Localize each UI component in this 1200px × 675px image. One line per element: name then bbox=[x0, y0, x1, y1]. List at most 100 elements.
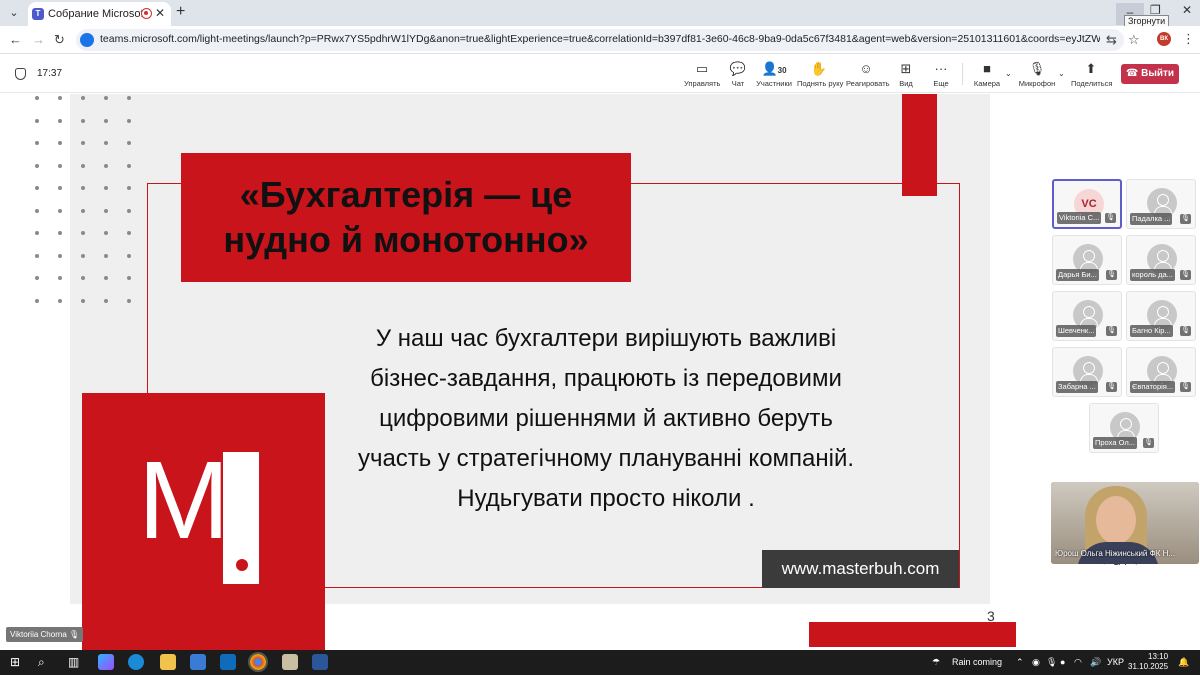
language-indicator[interactable]: УКР bbox=[1107, 657, 1124, 667]
mic-icon: 🎙 bbox=[1180, 326, 1191, 336]
decorative-dot bbox=[35, 253, 39, 258]
share-button[interactable]: ⬆ Поделиться bbox=[1071, 61, 1113, 91]
mic-icon: 🎙 bbox=[1180, 382, 1191, 392]
presenter-name: Viktoriia Chorna bbox=[10, 630, 67, 639]
app-tray-icon: ● bbox=[1060, 657, 1066, 667]
participant-tile[interactable]: Багно Кір... 🎙 bbox=[1126, 291, 1196, 341]
raise-hand-icon: ✋ bbox=[810, 61, 828, 76]
decorative-dot bbox=[127, 163, 131, 168]
notification-bell-icon[interactable]: 🔔 bbox=[1178, 657, 1189, 668]
view-button[interactable]: ⊞ Вид bbox=[896, 61, 916, 91]
react-label: Реагировать bbox=[846, 79, 890, 88]
video-participant-name: Юрош Ольга Ніжинський ФК Н... bbox=[1055, 549, 1176, 558]
browser-tab[interactable]: T Собрание Microsoft Teams ✕ bbox=[28, 2, 171, 26]
mic-icon: 🎙 bbox=[69, 630, 80, 639]
participant-name: Падалка ... bbox=[1130, 213, 1173, 225]
decorative-dot bbox=[81, 253, 85, 258]
edge-icon[interactable] bbox=[128, 654, 144, 670]
participant-tile[interactable]: король да... 🎙 bbox=[1126, 235, 1196, 285]
share-screen-icon: ▭ bbox=[695, 61, 709, 76]
new-tab-icon[interactable]: + bbox=[176, 3, 185, 21]
file-explorer-icon[interactable] bbox=[160, 654, 176, 670]
react-button[interactable]: ☺ Реагировать bbox=[846, 61, 890, 91]
outlook-icon[interactable] bbox=[220, 654, 236, 670]
share-label: Поделиться bbox=[1071, 79, 1113, 88]
mic-options-chevron-icon[interactable]: ⌄ bbox=[1058, 69, 1065, 78]
mic-icon: 🎙 bbox=[1106, 382, 1117, 392]
bookmark-star-icon[interactable]: ☆ bbox=[1128, 32, 1140, 48]
mic-tray-icon: 🎙 bbox=[1046, 657, 1058, 667]
task-view-icon[interactable]: ▥ bbox=[68, 655, 79, 669]
camera-options-chevron-icon[interactable]: ⌄ bbox=[1005, 69, 1012, 78]
site-info-icon[interactable] bbox=[80, 33, 94, 47]
slide-quote: «Бухгалтерія — це нудно й монотонно» bbox=[181, 172, 631, 262]
weather-icon[interactable]: ☂ bbox=[932, 657, 940, 668]
quote-line: «Бухгалтерія — це bbox=[239, 174, 573, 215]
system-clock[interactable]: 13:10 31.10.2025 bbox=[1128, 652, 1168, 672]
raise-hand-label: Поднять руку bbox=[797, 79, 844, 88]
app-icon[interactable] bbox=[282, 654, 298, 670]
meeting-timer: 17:37 bbox=[37, 68, 63, 79]
participant-name: Проха Ол... bbox=[1093, 437, 1137, 449]
slide-red-accent-top bbox=[902, 94, 937, 196]
window-close-button[interactable]: ✕ bbox=[1182, 3, 1192, 17]
word-icon[interactable] bbox=[312, 654, 328, 670]
video-person-face bbox=[1096, 496, 1136, 544]
participant-tile[interactable]: Забарна ... 🎙 bbox=[1052, 347, 1122, 397]
profile-avatar[interactable]: ВК bbox=[1157, 32, 1171, 46]
mic-button[interactable]: 🎙 Микрофон bbox=[1018, 61, 1056, 91]
decorative-dot bbox=[104, 118, 108, 123]
chat-button[interactable]: 💬 Чат bbox=[726, 61, 750, 91]
leave-button[interactable]: ☎ Выйти bbox=[1121, 64, 1179, 84]
wifi-icon[interactable]: ◠ bbox=[1074, 657, 1082, 668]
shield-icon bbox=[15, 68, 26, 80]
decorative-dot bbox=[81, 298, 85, 303]
decorative-dot bbox=[58, 298, 62, 303]
reload-icon[interactable]: ↻ bbox=[54, 32, 65, 48]
video-participant-tile[interactable]: Юрош Ольга Ніжинський ФК Н... bbox=[1051, 482, 1199, 564]
browser-menu-icon[interactable]: ⋮ bbox=[1182, 31, 1195, 47]
mic-icon: 🎙 bbox=[1105, 213, 1116, 223]
store-icon[interactable] bbox=[190, 654, 206, 670]
slide-body-text: У наш час бухгалтери вирішують важливі б… bbox=[336, 319, 876, 519]
tab-list-dropdown-icon[interactable]: ⌄ bbox=[4, 3, 24, 23]
clock-date: 31.10.2025 bbox=[1128, 662, 1169, 671]
participant-tile[interactable]: VC Viktoriia C... 🎙 bbox=[1052, 179, 1122, 229]
share-tray-icon: ⬆ bbox=[1085, 61, 1097, 76]
decorative-dot bbox=[81, 276, 85, 280]
participant-tile[interactable]: Дарья Би... 🎙 bbox=[1052, 235, 1122, 285]
raise-hand-button[interactable]: ✋ Поднять руку bbox=[797, 61, 844, 91]
weather-text[interactable]: Rain coming bbox=[952, 657, 1002, 667]
forward-arrow-icon[interactable]: → bbox=[32, 32, 45, 47]
shared-slide: «Бухгалтерія — це нудно й монотонно» У н… bbox=[0, 94, 1016, 650]
participant-tile[interactable]: Падалка ... 🎙 bbox=[1126, 179, 1196, 229]
tab-title: Собрание Microsoft Teams bbox=[48, 8, 142, 20]
tab-close-icon[interactable]: ✕ bbox=[155, 6, 165, 20]
chrome-icon[interactable] bbox=[248, 652, 268, 672]
volume-icon[interactable]: 🔊 bbox=[1090, 657, 1101, 668]
participant-tile[interactable]: Проха Ол... 🎙 bbox=[1089, 403, 1159, 453]
url-field[interactable]: teams.microsoft.com/light-meetings/launc… bbox=[76, 29, 1124, 51]
more-button[interactable]: ··· Еще bbox=[930, 61, 952, 91]
decorative-dot bbox=[35, 231, 39, 235]
participant-tile[interactable]: Євпаторія... 🎙 bbox=[1126, 347, 1196, 397]
body-line: цифровими рішеннями й активно беруть bbox=[379, 405, 833, 432]
search-icon[interactable]: ⌕ bbox=[38, 655, 45, 670]
decorative-dot bbox=[127, 276, 131, 280]
copilot-icon[interactable] bbox=[98, 654, 114, 670]
camera-button[interactable]: ■ Камера bbox=[973, 61, 1001, 91]
decorative-dot bbox=[104, 298, 108, 303]
mic-icon: 🎙 bbox=[1143, 438, 1154, 448]
participants-button[interactable]: 👤30 Участники bbox=[756, 61, 792, 91]
browser-address-bar: ← → ↻ teams.microsoft.com/light-meetings… bbox=[0, 26, 1200, 54]
participant-tile[interactable]: Шевченк... 🎙 bbox=[1052, 291, 1122, 341]
participant-count: 30 bbox=[777, 66, 787, 75]
share-control-button[interactable]: ▭ Управлять bbox=[684, 61, 720, 91]
decorative-dot bbox=[58, 118, 62, 123]
back-arrow-icon[interactable]: ← bbox=[9, 32, 22, 47]
windows-start-icon[interactable]: ⊞ bbox=[10, 655, 20, 669]
tray-chevron-icon[interactable]: ⌃ bbox=[1016, 657, 1024, 668]
browser-tab-strip: ⌄ T Собрание Microsoft Teams ✕ + – ❐ ✕ З… bbox=[0, 0, 1200, 28]
translate-icon[interactable]: ⇆ bbox=[1106, 32, 1117, 48]
camera-label: Камера bbox=[973, 79, 1001, 88]
